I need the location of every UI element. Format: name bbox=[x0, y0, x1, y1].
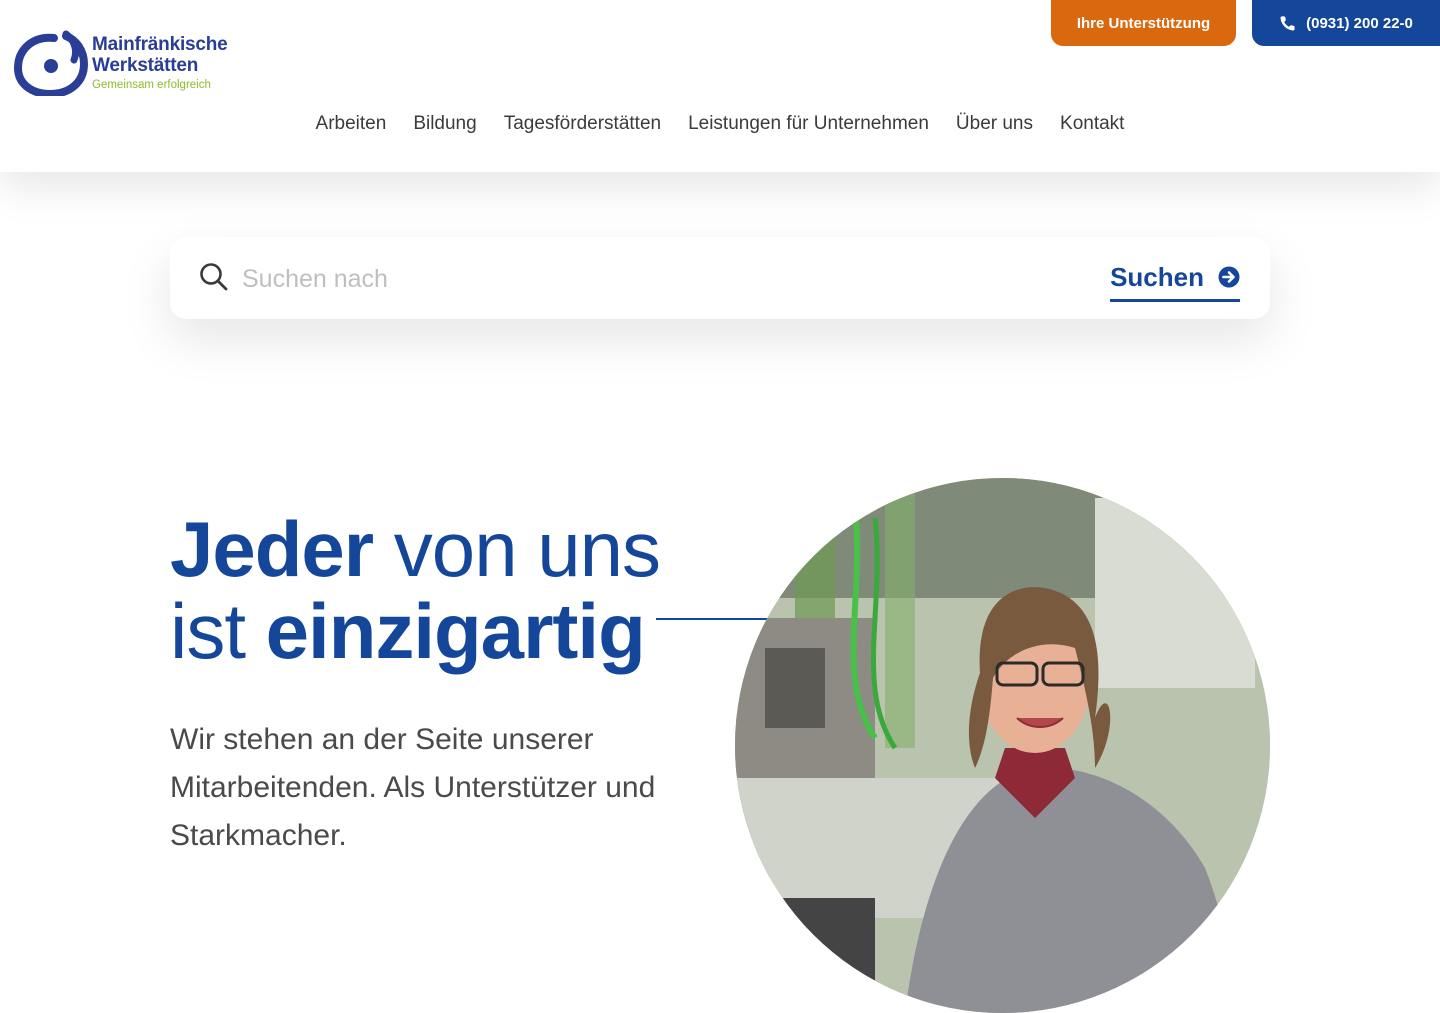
nav-item-bildung[interactable]: Bildung bbox=[413, 113, 476, 135]
support-button[interactable]: Ihre Unterstützung bbox=[1051, 0, 1236, 46]
logo[interactable]: Mainfränkische Werkstätten Gemeinsam erf… bbox=[14, 30, 244, 96]
support-button-label: Ihre Unterstützung bbox=[1076, 14, 1211, 32]
phone-button[interactable]: (0931) 200 22-0 bbox=[1252, 0, 1440, 46]
hero-title-jeder: Jeder bbox=[170, 505, 374, 593]
logo-name-line2: Werkstätten bbox=[92, 55, 199, 76]
hero-title: Jeder von uns ist einzigartig bbox=[170, 505, 661, 675]
hero-photo bbox=[735, 478, 1270, 1013]
search-icon bbox=[200, 263, 228, 291]
hero-subtitle: Wir stehen an der Seite unserer Mitarbei… bbox=[170, 723, 656, 852]
search-button-label: Suchen bbox=[1110, 261, 1204, 292]
search-bar: Suchen bbox=[170, 237, 1270, 319]
hero-title-ist: ist bbox=[170, 587, 266, 675]
logo-tagline: Gemeinsam erfolgreich bbox=[92, 79, 211, 91]
main-nav: Arbeiten Bildung Tagesförderstätten Leis… bbox=[0, 113, 1440, 135]
site-header: Mainfränkische Werkstätten Gemeinsam erf… bbox=[0, 0, 1440, 172]
nav-item-kontakt[interactable]: Kontakt bbox=[1060, 113, 1124, 135]
search-input[interactable] bbox=[240, 255, 1064, 303]
nav-item-ueber-uns[interactable]: Über uns bbox=[956, 113, 1033, 135]
phone-number: (0931) 200 22-0 bbox=[1306, 14, 1413, 32]
phone-icon bbox=[1280, 15, 1295, 30]
logo-name-line1: Mainfränkische bbox=[92, 34, 228, 55]
arrow-right-circle-icon bbox=[1218, 266, 1240, 288]
hero-title-von-uns: von uns bbox=[373, 505, 661, 593]
nav-item-leistungen-fuer-unternehmen[interactable]: Leistungen für Unternehmen bbox=[688, 113, 929, 135]
hero-photo-illustration bbox=[735, 478, 1270, 1013]
logo-mark-icon bbox=[14, 30, 88, 96]
nav-item-arbeiten[interactable]: Arbeiten bbox=[316, 113, 387, 135]
nav-item-tagesfoerderstaetten[interactable]: Tagesförderstätten bbox=[504, 113, 661, 135]
hero-title-einzigartig: einzigartig bbox=[265, 587, 646, 675]
search-button[interactable]: Suchen bbox=[1110, 257, 1240, 302]
